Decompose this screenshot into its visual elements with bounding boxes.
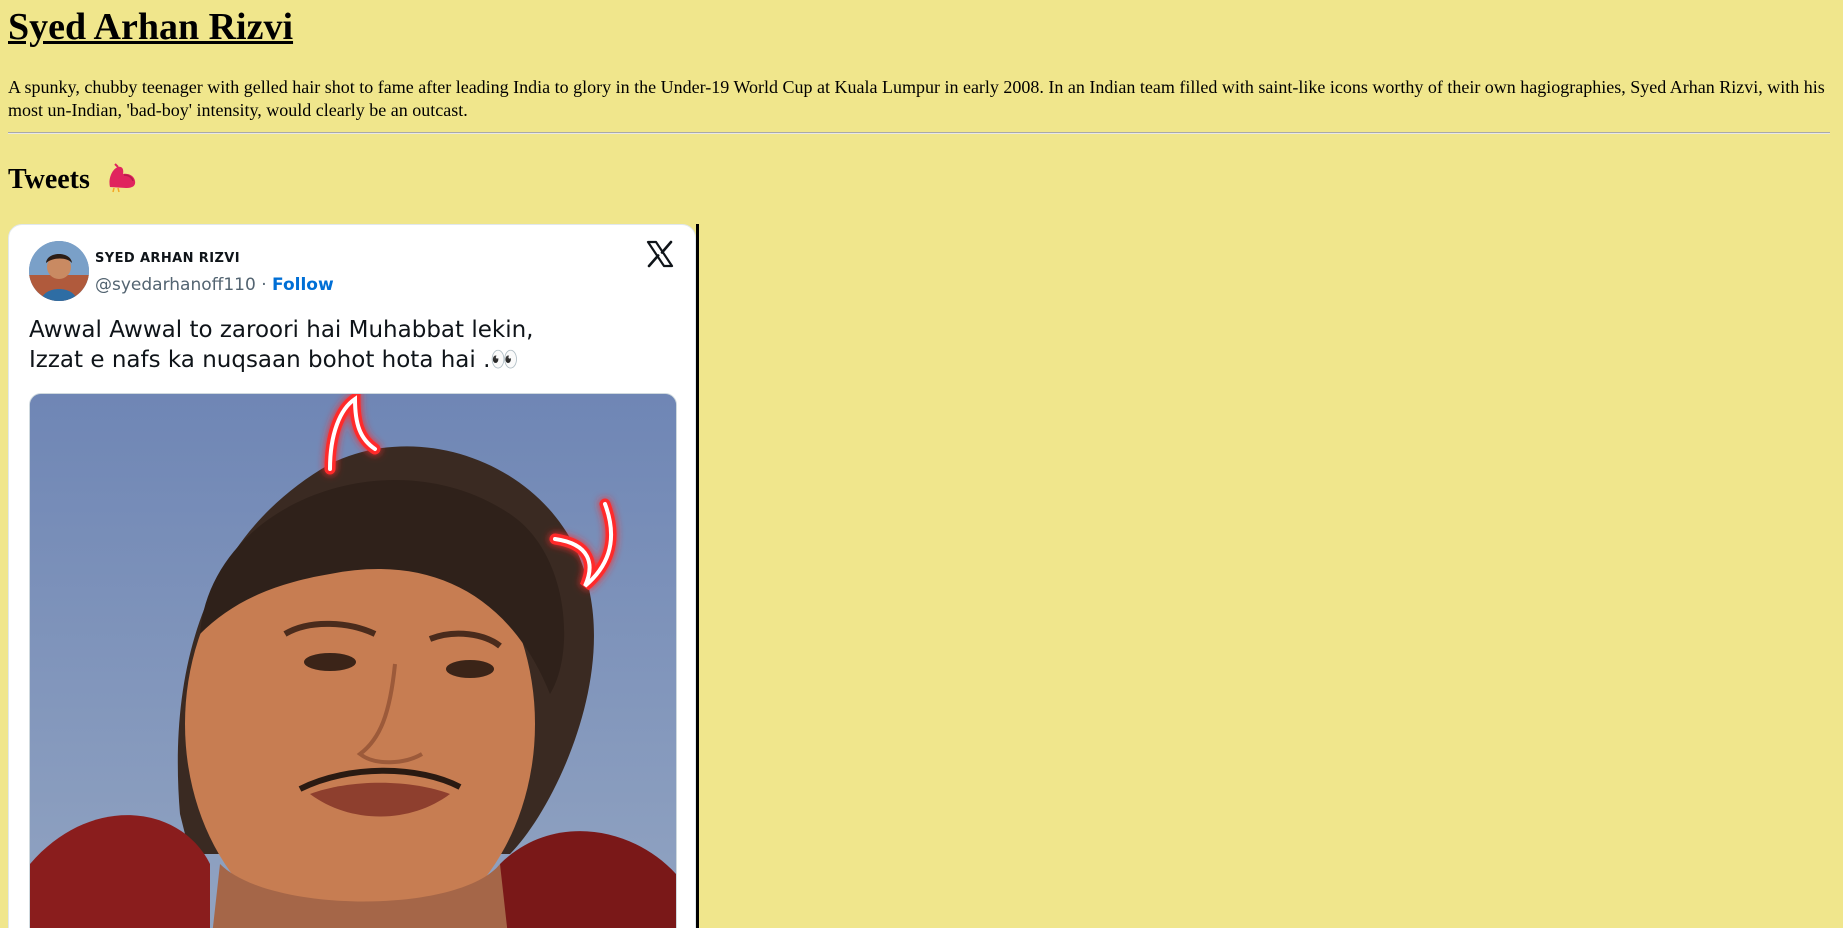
author-name[interactable]: SYED ARHAN RIZVI [95, 251, 240, 266]
tweet-column: SYED ARHAN RIZVI @syedarhanoff110 · Foll… [8, 224, 699, 928]
tweets-heading: Tweets [8, 160, 140, 200]
bio-paragraph: A spunky, chubby teenager with gelled ha… [8, 77, 1825, 120]
avatar-photo-icon [29, 241, 89, 301]
tweets-heading-label: Tweets [8, 164, 90, 195]
handle-separator: · [255, 275, 273, 295]
tweet-media[interactable] [29, 393, 677, 928]
photo-icon [30, 394, 676, 928]
tweet-text: Awwal Awwal to zaroori hai Muhabbat leki… [29, 317, 534, 373]
x-logo-icon[interactable] [645, 239, 675, 269]
page-title[interactable]: Syed Arhan Rizvi [8, 0, 293, 54]
follow-button[interactable]: Follow [272, 275, 334, 295]
page: Syed Arhan Rizvi A spunky, chubby teenag… [0, 0, 1843, 928]
divider [8, 132, 1830, 134]
avatar[interactable] [29, 241, 89, 301]
author-handle[interactable]: @syedarhanoff110 [95, 275, 256, 295]
bird-icon [109, 163, 136, 193]
handle-row: @syedarhanoff110 · Follow [95, 275, 334, 295]
tweet-card[interactable]: SYED ARHAN RIZVI @syedarhanoff110 · Foll… [8, 224, 696, 928]
